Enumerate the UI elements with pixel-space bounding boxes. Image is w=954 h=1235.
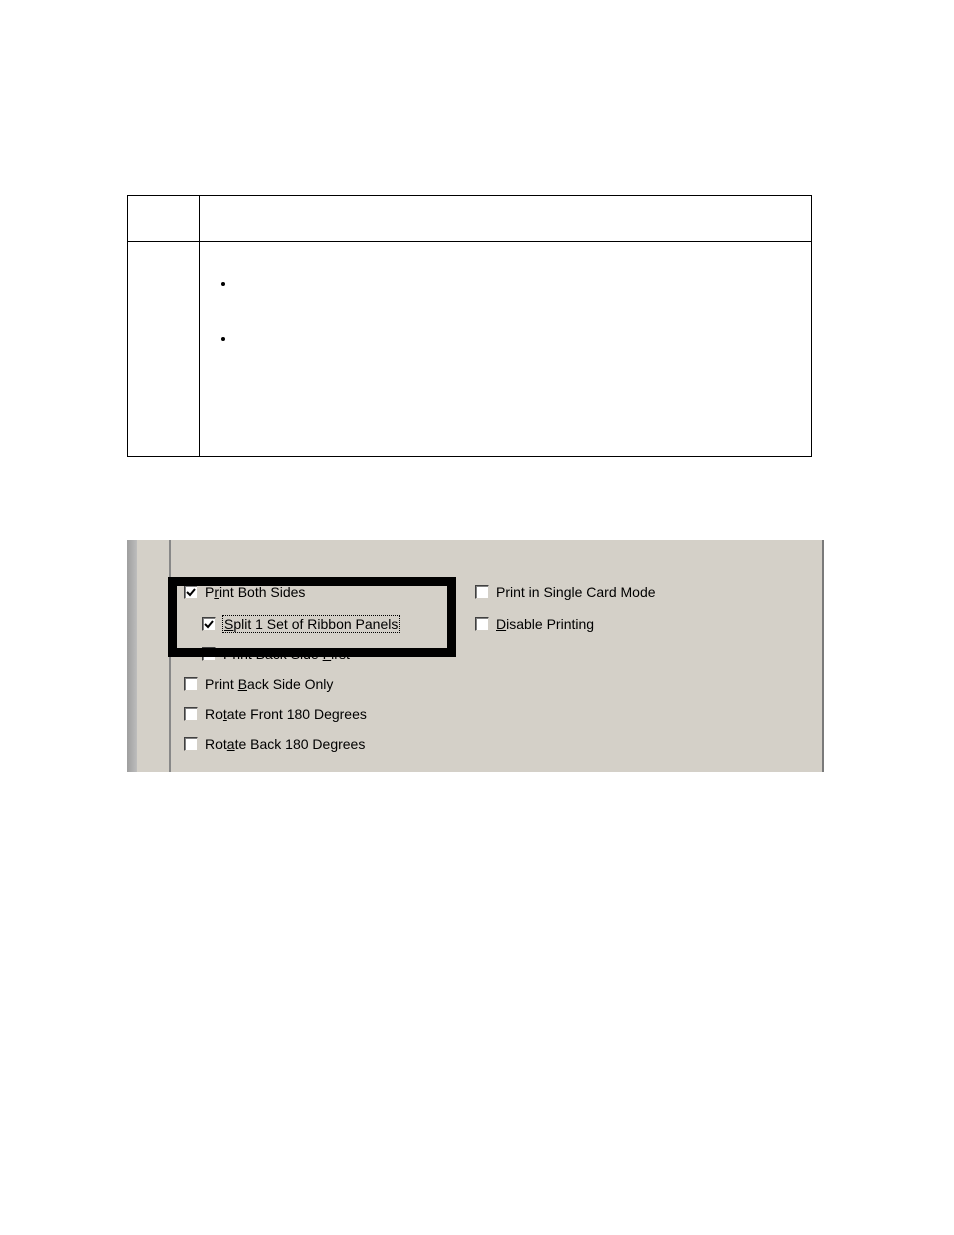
checkbox-rotate-front-180[interactable]: Rotate Front 180 Degrees	[184, 704, 367, 724]
checkbox-icon	[184, 737, 198, 751]
options-screenshot: Print Both Sides Split 1 Set of Ribbon P…	[127, 540, 824, 772]
checkbox-icon	[475, 617, 489, 631]
checkbox-print-back-side-only[interactable]: Print Back Side Only	[184, 674, 333, 694]
checkbox-icon	[184, 585, 198, 599]
table-header-left	[128, 196, 200, 242]
checkbox-label: Split 1 Set of Ribbon Panels	[223, 616, 399, 632]
checkbox-label: Disable Printing	[496, 616, 594, 632]
checkbox-print-both-sides[interactable]: Print Both Sides	[184, 582, 305, 602]
checkbox-label: Print Back Side First	[223, 646, 350, 662]
checkbox-split-ribbon-panels[interactable]: Split 1 Set of Ribbon Panels	[202, 614, 399, 634]
bullet-item	[236, 276, 797, 291]
checkbox-icon	[184, 707, 198, 721]
checkbox-label: Print in Single Card Mode	[496, 584, 656, 600]
checkbox-label: Rotate Front 180 Degrees	[205, 706, 367, 722]
table-header-right	[200, 196, 812, 242]
document-table	[127, 195, 812, 457]
table-body-left	[128, 242, 200, 457]
table-body-right	[200, 242, 812, 457]
checkbox-print-back-side-first[interactable]: Print Back Side First	[202, 644, 350, 664]
checkbox-disable-printing[interactable]: Disable Printing	[475, 614, 594, 634]
checkbox-label: Print Both Sides	[205, 584, 305, 600]
checkbox-label: Print Back Side Only	[205, 676, 333, 692]
shadow-left	[127, 540, 137, 772]
options-panel: Print Both Sides Split 1 Set of Ribbon P…	[137, 540, 822, 772]
checkbox-rotate-back-180[interactable]: Rotate Back 180 Degrees	[184, 734, 365, 754]
checkbox-icon	[202, 647, 216, 661]
bullet-item	[236, 331, 797, 346]
checkbox-icon	[202, 617, 216, 631]
checkbox-icon	[184, 677, 198, 691]
checkbox-icon	[475, 585, 489, 599]
checkbox-print-single-card-mode[interactable]: Print in Single Card Mode	[475, 582, 656, 602]
checkbox-label: Rotate Back 180 Degrees	[205, 736, 365, 752]
shadow-right	[822, 540, 824, 772]
